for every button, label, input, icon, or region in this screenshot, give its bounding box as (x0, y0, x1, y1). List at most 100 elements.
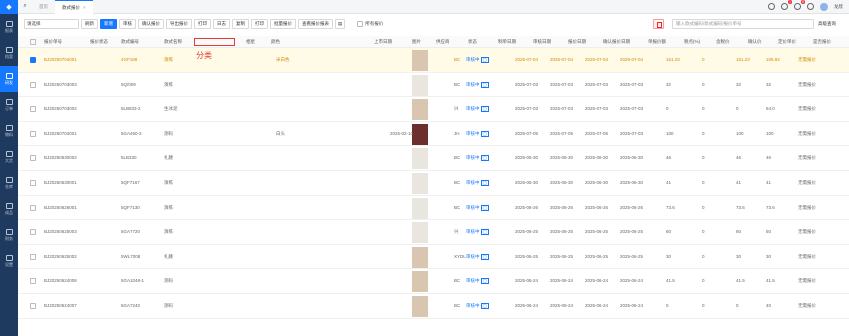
row-checkbox[interactable] (30, 253, 36, 260)
status-badge[interactable]: 审核中 ▢ (466, 81, 489, 88)
product-image[interactable] (412, 148, 428, 170)
table-row[interactable]: BJ20250704001 5GA460-2 测码 白头 2025-02-10 JH 202… (18, 122, 849, 147)
table-row[interactable]: BJ20250625002 5WL7008 扎腰 XYDL 2025-06-25 2025… (18, 245, 849, 270)
product-image[interactable] (412, 99, 428, 121)
review-button[interactable]: 审核 (119, 19, 136, 29)
row-checkbox[interactable] (30, 302, 36, 309)
column-header[interactable]: 税点(%) (684, 39, 700, 45)
log-button[interactable]: 日志 (213, 19, 230, 29)
user-name[interactable]: 龙欣 (834, 4, 843, 10)
status-badge[interactable]: 审核中 ▢ (466, 229, 489, 236)
refresh-button[interactable]: 刷新 (81, 19, 98, 29)
column-header[interactable]: 单报价额 (648, 39, 666, 45)
select-all-checkbox[interactable] (30, 39, 36, 45)
row-checkbox[interactable] (30, 81, 36, 88)
view-report-button[interactable]: 查看报价报表 (298, 19, 333, 29)
column-header[interactable]: 款式名称 (164, 39, 182, 45)
copy-button[interactable]: 复制 (232, 19, 249, 29)
search-icon[interactable]: ⌕ (18, 3, 32, 10)
sidebar-item[interactable]: 设置 (0, 248, 18, 274)
status-badge[interactable]: 审核中 ▢ (466, 155, 489, 162)
checkbox[interactable] (357, 21, 364, 27)
row-checkbox[interactable] (30, 204, 36, 211)
product-image[interactable] (412, 172, 428, 194)
column-header[interactable]: 供应商 (436, 39, 450, 45)
status-badge[interactable]: 审核中 ▢ (466, 204, 489, 211)
product-image[interactable] (412, 222, 428, 244)
column-header[interactable]: 审核日期 (533, 39, 551, 45)
product-image[interactable] (412, 50, 428, 71)
add-button[interactable]: 新增 (100, 19, 117, 29)
column-header[interactable]: 定价单价 (778, 39, 796, 45)
sidebar-item[interactable]: 物料 (0, 118, 18, 144)
table-row[interactable]: BJ20250704001 4GF188 演练 米白色 BC 2025-07-04 2025… (18, 48, 849, 73)
row-checkbox[interactable] (30, 278, 36, 285)
advanced-search-button[interactable]: 高级查询 (818, 19, 849, 29)
sidebar-item[interactable]: 研发 (0, 66, 18, 92)
export-icon[interactable]: ▤ (335, 19, 346, 29)
table-row[interactable]: BJ20250703002 5LB833-2 生冰泥 兴 2025-07-03 2025-… (18, 97, 849, 122)
product-image[interactable] (412, 295, 428, 317)
message-icon[interactable]: 8 (794, 0, 805, 10)
avatar[interactable] (820, 2, 828, 11)
column-header[interactable]: 款式编号 (121, 39, 139, 45)
sidebar-item[interactable]: 订单 (0, 92, 18, 118)
column-header[interactable]: 报价状态 (90, 39, 108, 45)
column-header[interactable]: 颜色 (271, 39, 280, 45)
row-checkbox[interactable] (30, 57, 36, 63)
status-badge[interactable]: 审核中 ▢ (466, 106, 489, 113)
column-header[interactable]: 报价单号 (44, 39, 62, 45)
column-header[interactable]: 报价日期 (568, 39, 586, 45)
column-header[interactable]: 确认报价日期 (603, 39, 630, 45)
table-row[interactable]: BJ20250624008 5GA1049-1 测码 BC 2025-06-24 2025… (18, 269, 849, 294)
status-badge[interactable]: 审核中 ▢ (466, 57, 489, 63)
sidebar-item[interactable]: 成品 (0, 196, 18, 222)
row-checkbox[interactable] (30, 106, 36, 113)
status-badge[interactable]: 审核中 ▢ (466, 302, 489, 309)
notification-icon[interactable]: 1 (781, 0, 792, 10)
export-quote-button[interactable]: 导出报价 (166, 19, 192, 29)
print-button[interactable]: 打印 (194, 19, 211, 29)
sidebar-item[interactable]: 报表 (0, 14, 18, 40)
column-header[interactable]: 状态 (468, 39, 477, 45)
show-all-toggle[interactable]: 所有报价 (357, 21, 383, 27)
table-row[interactable]: BJ20250626001 5QF7130 演练 BC 2025-06-26 2025-0… (18, 196, 849, 221)
column-header[interactable]: 上市日期 (374, 39, 392, 45)
row-checkbox[interactable] (30, 229, 36, 236)
column-header[interactable]: 相星 (246, 39, 255, 45)
column-header[interactable]: 含税价 (716, 39, 730, 45)
product-image[interactable] (412, 123, 428, 145)
row-checkbox[interactable] (30, 130, 36, 137)
sidebar-item[interactable]: 财务 (0, 222, 18, 248)
row-checkbox[interactable] (30, 155, 36, 162)
product-image[interactable] (412, 197, 428, 219)
column-header[interactable]: 确认价 (748, 39, 762, 45)
status-badge[interactable]: 审核中 ▢ (466, 278, 489, 285)
status-badge[interactable]: 审核中 ▢ (466, 130, 489, 137)
close-icon[interactable]: × (83, 5, 86, 10)
column-header[interactable]: 是否报价 (813, 39, 831, 45)
table-row[interactable]: BJ20250630002 5LB330 扎腰 BC 2025-06-30 2025-06… (18, 146, 849, 171)
table-row[interactable]: BJ20250624007 5GA7240 测码 BC 2025-06-24 2025-0… (18, 294, 849, 319)
table-row[interactable]: BJ20250703003 5Q/009 演练 BC 2025-07-03 2025-07… (18, 73, 849, 98)
batch-quote-button[interactable]: 批量报价 (270, 19, 296, 29)
sidebar-item[interactable]: 大货 (0, 144, 18, 170)
column-header[interactable]: 图片 (412, 39, 421, 45)
status-badge[interactable]: 审核中 ▢ (466, 253, 489, 260)
product-image[interactable] (412, 246, 428, 268)
tab-home[interactable]: 首页 (32, 0, 55, 14)
printer-icon[interactable] (807, 3, 814, 10)
print2-button[interactable]: 打印 (251, 19, 268, 29)
help-icon[interactable] (768, 3, 775, 10)
row-checkbox[interactable] (30, 179, 36, 186)
product-image[interactable] (412, 74, 428, 96)
product-image[interactable] (412, 271, 428, 293)
tab-style-quote[interactable]: 款式报价 × (55, 0, 93, 14)
column-header[interactable]: 制单日期 (498, 39, 516, 45)
confirm-quote-button[interactable]: 确认报价 (138, 19, 164, 29)
table-row[interactable]: BJ20250625003 5GA7720 演练 兴 2025-06-25 2025-06… (18, 220, 849, 245)
table-row[interactable]: BJ20250630001 5QF7167 演练 BC 2025-06-30 2025-0… (18, 171, 849, 196)
sidebar-item[interactable]: 档案 (0, 40, 18, 66)
app-logo-icon[interactable]: ◆ (0, 0, 18, 14)
delete-icon[interactable] (653, 19, 664, 29)
